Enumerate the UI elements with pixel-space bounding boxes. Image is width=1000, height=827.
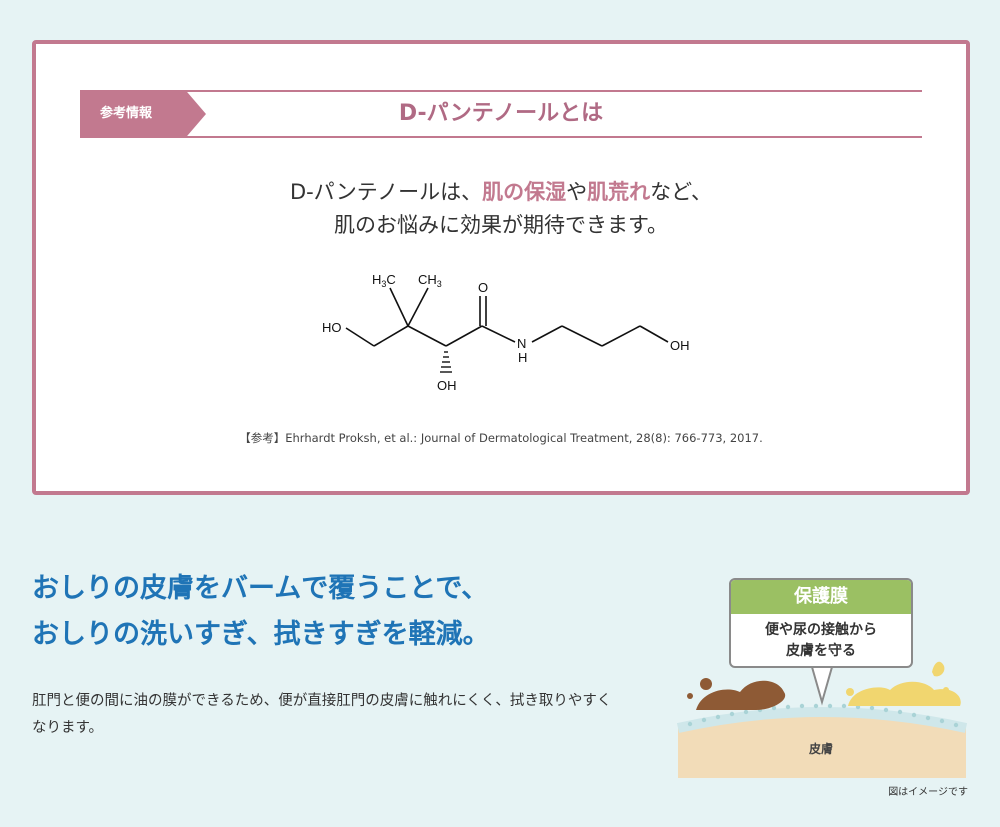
lead-text: など、 — [650, 180, 713, 204]
lead-text: や — [566, 180, 588, 204]
skin-label: 皮膚 — [808, 742, 833, 756]
callout-title: 保護膜 — [731, 580, 911, 614]
atom-oh-bottom: OH — [437, 378, 457, 393]
stool-drop-small — [687, 693, 693, 699]
stereo-hash-bond — [440, 351, 452, 373]
molecule-bonds — [345, 287, 669, 347]
reference-card: D-パンテノールとは 参考情報 D-パンテノールは、肌の保湿や肌荒れなど、 肌の… — [32, 40, 970, 495]
reference-title: D-パンテノールとは — [398, 101, 604, 126]
lead-line-2: 肌のお悩みに効果が期待できます。 — [334, 213, 668, 237]
atom-n: N — [517, 336, 526, 351]
atom-ch3: CH3 — [418, 272, 442, 289]
urine-drop-small — [846, 688, 854, 696]
highlight-moisture: 肌の保湿 — [482, 180, 567, 204]
lead-line-1: D-パンテノールは、肌の保湿や肌荒れなど、 — [36, 176, 966, 209]
urine-drop-tiny — [943, 687, 949, 693]
main-heading-line-1: おしりの皮膚をバームで覆うことで、 — [32, 573, 489, 604]
callout-line-2: 皮膚を守る — [786, 643, 856, 659]
callout-line-1: 便や尿の接触から — [765, 622, 877, 638]
main-heading: おしりの皮膚をバームで覆うことで、 おしりの洗いすぎ、拭きすぎを軽減。 — [32, 566, 652, 658]
reference-header: D-パンテノールとは 参考情報 — [80, 90, 922, 138]
urine-drop — [932, 661, 945, 677]
reference-lead: D-パンテノールは、肌の保湿や肌荒れなど、 肌のお悩みに効果が期待できます。 — [36, 176, 966, 242]
callout-text: 便や尿の接触から 皮膚を守る — [731, 614, 911, 662]
atom-nh-h: H — [518, 350, 527, 365]
main-body-text: 肛門と便の間に油の膜ができるため、便が直接肛門の皮膚に触れにくく、拭き取りやすく… — [32, 693, 612, 736]
image-note: 図はイメージです — [888, 787, 968, 798]
protective-film-callout: 保護膜 便や尿の接触から 皮膚を守る — [729, 578, 913, 668]
bubble-pointer — [810, 666, 834, 706]
d-panthenol-structure-diagram: H3C CH3 O HO N H OH OH — [322, 272, 690, 393]
main-heading-line-2: おしりの洗いすぎ、拭きすぎを軽減。 — [32, 619, 490, 650]
lead-text: D-パンテノールは、 — [289, 180, 483, 204]
atom-carbonyl-o: O — [478, 280, 488, 295]
atom-ho-left: HO — [322, 320, 342, 335]
atom-h3c: H3C — [372, 272, 396, 289]
highlight-rough-skin: 肌荒れ — [587, 180, 651, 204]
reference-citation: 【参考】Ehrhardt Proksh, et al.: Journal of … — [239, 431, 763, 445]
atom-oh-right: OH — [670, 338, 690, 353]
urine-blob — [848, 681, 961, 706]
stool-drop — [700, 678, 712, 690]
reference-tag: 参考情報 — [80, 92, 206, 136]
